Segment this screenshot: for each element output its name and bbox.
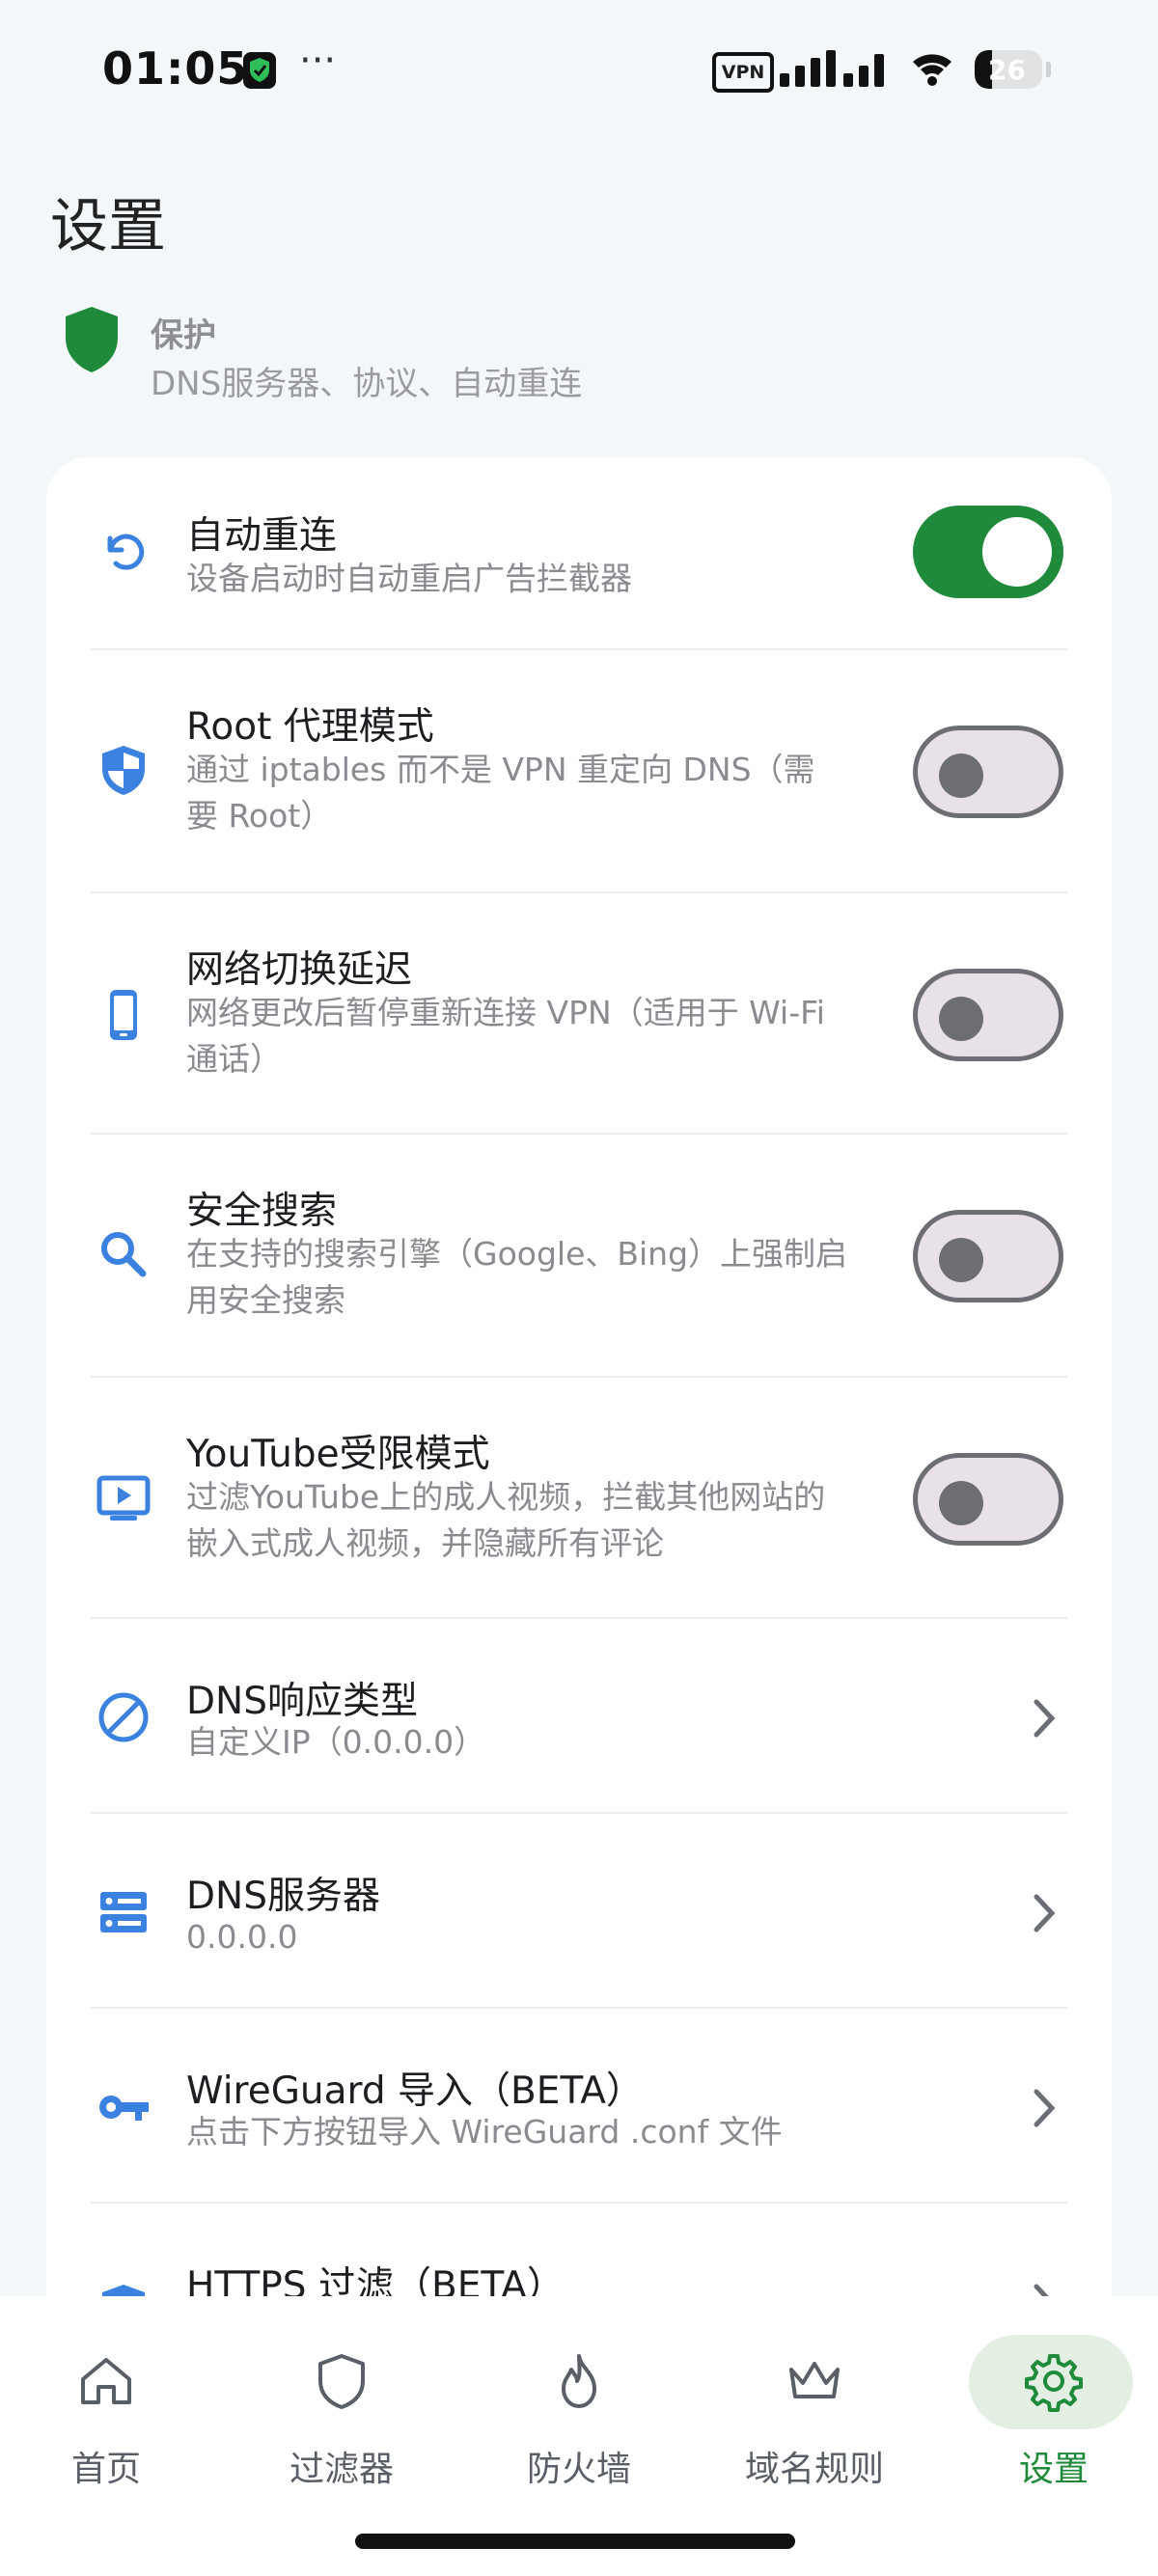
setting-youtube-restricted[interactable]: YouTube受限模式 过滤YouTube上的成人视频，拦截其他网站的 嵌入式成… — [46, 1378, 1112, 1619]
setting-dns-response-type[interactable]: DNS响应类型 自定义IP（0.0.0.0） — [46, 1619, 1112, 1814]
chevron-right-icon — [1034, 2089, 1056, 2127]
nav-filters[interactable]: 过滤器 — [235, 2296, 448, 2489]
home-icon — [81, 2358, 131, 2404]
refresh-icon — [107, 534, 145, 570]
status-time: 01:05 — [102, 42, 249, 95]
shield-outline-icon — [318, 2354, 365, 2409]
nav-label: 设置 — [1018, 2450, 1089, 2489]
setting-subtitle: 网络更改后暂停重新连接 VPN（适用于 Wi-Fi — [186, 994, 825, 1031]
setting-dns-server[interactable]: DNS服务器 0.0.0.0 — [46, 1814, 1112, 2009]
battery-level: 26 — [988, 54, 1026, 86]
nav-settings[interactable]: 设置 — [951, 2296, 1158, 2489]
shield-check-icon — [243, 52, 276, 89]
settings-card: 自动重连 设备启动时自动重启广告拦截器 Root 代理模式 通过 iptable… — [46, 457, 1112, 2387]
flame-icon — [562, 2354, 596, 2408]
nav-label: 防火墙 — [526, 2450, 631, 2489]
setting-subtitle-cont: 通话） — [186, 1040, 282, 1078]
nav-domain-rules[interactable]: 域名规则 — [708, 2296, 921, 2489]
nav-firewall[interactable]: 防火墙 — [473, 2296, 685, 2489]
battery-tip — [1046, 62, 1051, 77]
home-indicator — [355, 2534, 795, 2549]
setting-subtitle: 自定义IP（0.0.0.0） — [186, 1723, 486, 1761]
root-proxy-toggle[interactable] — [913, 726, 1063, 818]
setting-title: 网络切换延迟 — [186, 948, 413, 992]
setting-title: YouTube受限模式 — [186, 1433, 490, 1476]
setting-subtitle-cont: 嵌入式成人视频，并隐藏所有评论 — [186, 1524, 664, 1562]
setting-subtitle: 过滤YouTube上的成人视频，拦截其他网站的 — [186, 1478, 826, 1516]
setting-subtitle-cont: 用安全搜索 — [186, 1281, 345, 1319]
auto-reconnect-toggle[interactable] — [913, 506, 1063, 598]
nav-home[interactable]: 首页 — [0, 2296, 212, 2489]
chevron-right-icon — [1034, 1699, 1056, 1738]
signal-icon — [780, 50, 884, 87]
block-icon — [98, 1692, 149, 1742]
tv-play-icon — [96, 1475, 151, 1521]
setting-title: Root 代理模式 — [186, 705, 434, 749]
battery-icon: 26 — [975, 50, 1042, 89]
setting-title: DNS服务器 — [186, 1875, 380, 1918]
key-icon — [99, 2096, 149, 2121]
section-title: 保护 — [151, 316, 216, 355]
crown-icon — [789, 2362, 840, 2398]
more-dots-icon: ··· — [299, 39, 337, 83]
setting-subtitle: 点击下方按钮导入 WireGuard .conf 文件 — [186, 2113, 783, 2151]
vpn-icon: VPN — [712, 52, 774, 93]
setting-safe-search[interactable]: 安全搜索 在支持的搜索引擎（Google、Bing）上强制启 用安全搜索 — [46, 1135, 1112, 1378]
youtube-restricted-toggle[interactable] — [913, 1453, 1063, 1546]
nav-label: 过滤器 — [289, 2450, 394, 2489]
gear-icon — [1025, 2354, 1083, 2412]
setting-wireguard-import[interactable]: WireGuard 导入（BETA） 点击下方按钮导入 WireGuard .c… — [46, 2009, 1112, 2204]
page-title: 设置 — [50, 193, 166, 260]
section-subtitle: DNS服务器、协议、自动重连 — [151, 365, 583, 403]
setting-root-proxy[interactable]: Root 代理模式 通过 iptables 而不是 VPN 重定向 DNS（需 … — [46, 650, 1112, 893]
setting-title: 安全搜索 — [186, 1190, 338, 1233]
shield-icon — [66, 307, 118, 372]
setting-network-delay[interactable]: 网络切换延迟 网络更改后暂停重新连接 VPN（适用于 Wi-Fi 通话） — [46, 893, 1112, 1135]
phone-icon — [110, 990, 137, 1040]
setting-subtitle: 通过 iptables 而不是 VPN 重定向 DNS（需 — [186, 751, 815, 788]
chevron-right-icon — [1034, 1894, 1056, 1932]
setting-title: 自动重连 — [186, 514, 338, 558]
setting-auto-reconnect[interactable]: 自动重连 设备启动时自动重启广告拦截器 — [46, 457, 1112, 650]
setting-subtitle-cont: 要 Root） — [186, 797, 333, 835]
section-header: 保护 DNS服务器、协议、自动重连 — [64, 305, 932, 411]
setting-subtitle: 0.0.0.0 — [186, 1918, 298, 1956]
setting-subtitle: 设备启动时自动重启广告拦截器 — [186, 560, 632, 597]
nav-label: 域名规则 — [744, 2450, 884, 2489]
setting-subtitle: 在支持的搜索引擎（Google、Bing）上强制启 — [186, 1235, 848, 1273]
setting-title: DNS响应类型 — [186, 1680, 418, 1723]
wifi-icon — [913, 54, 951, 86]
search-icon — [101, 1232, 147, 1277]
network-delay-toggle[interactable] — [913, 969, 1063, 1061]
shield-half-icon — [102, 746, 145, 795]
setting-title: WireGuard 导入（BETA） — [186, 2069, 644, 2113]
server-icon — [100, 1892, 147, 1932]
status-bar: 01:05 ··· VPN 26 — [0, 0, 1158, 135]
safe-search-toggle[interactable] — [913, 1210, 1063, 1302]
nav-label: 首页 — [70, 2450, 141, 2489]
